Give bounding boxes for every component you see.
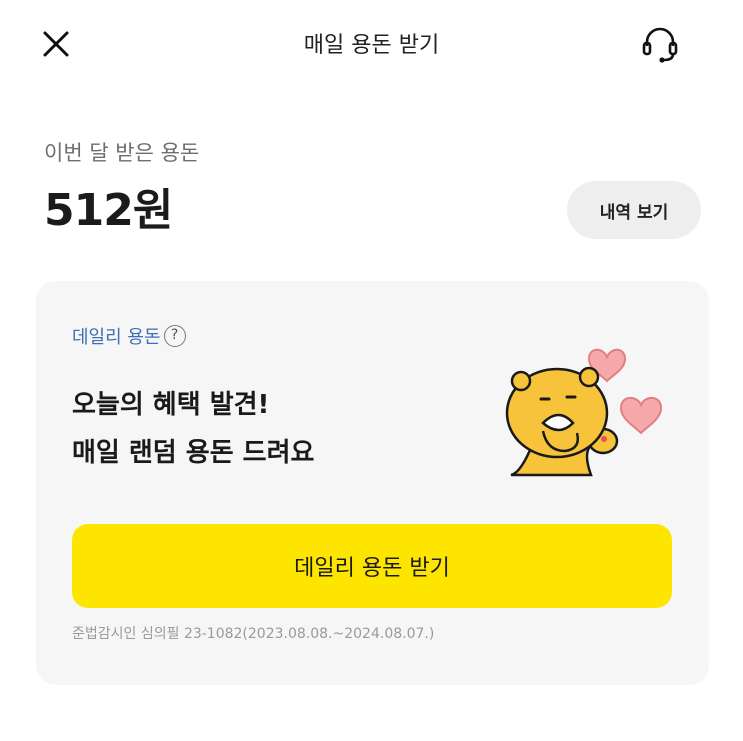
daily-allowance-tag: 데일리 용돈 ? — [72, 323, 186, 349]
mascot-illustration — [505, 348, 663, 477]
promo-headline: 오늘의 혜택 발견! 매일 랜덤 용돈 드려요 — [72, 381, 314, 477]
customer-support-button[interactable] — [636, 20, 684, 68]
promo-headline-line2: 매일 랜덤 용돈 드려요 — [72, 438, 315, 468]
daily-allowance-tag-label: 데일리 용돈 — [72, 327, 161, 348]
page-title: 매일 용돈 받기 — [303, 33, 440, 58]
monthly-allowance-label: 이번 달 받은 용돈 — [44, 141, 200, 165]
receive-daily-allowance-button[interactable]: 데일리 용돈 받기 — [72, 524, 672, 608]
promo-headline-line1: 오늘의 혜택 발견! — [72, 390, 270, 420]
top-bar: 매일 용돈 받기 — [0, 0, 743, 86]
help-icon[interactable]: ? — [163, 325, 186, 347]
history-button[interactable]: 내역 보기 — [567, 181, 701, 239]
compliance-notice: 준법감시인 심의필 23-1082(2023.08.08.~2024.08.07… — [72, 626, 435, 642]
monthly-allowance-amount: 512원 — [44, 185, 173, 236]
daily-allowance-card: 데일리 용돈 ? 오늘의 혜택 발견! 매일 랜덤 용돈 드려요 데일리 용돈 … — [36, 281, 709, 685]
heart-icon — [619, 396, 663, 435]
headset-icon — [642, 27, 678, 63]
